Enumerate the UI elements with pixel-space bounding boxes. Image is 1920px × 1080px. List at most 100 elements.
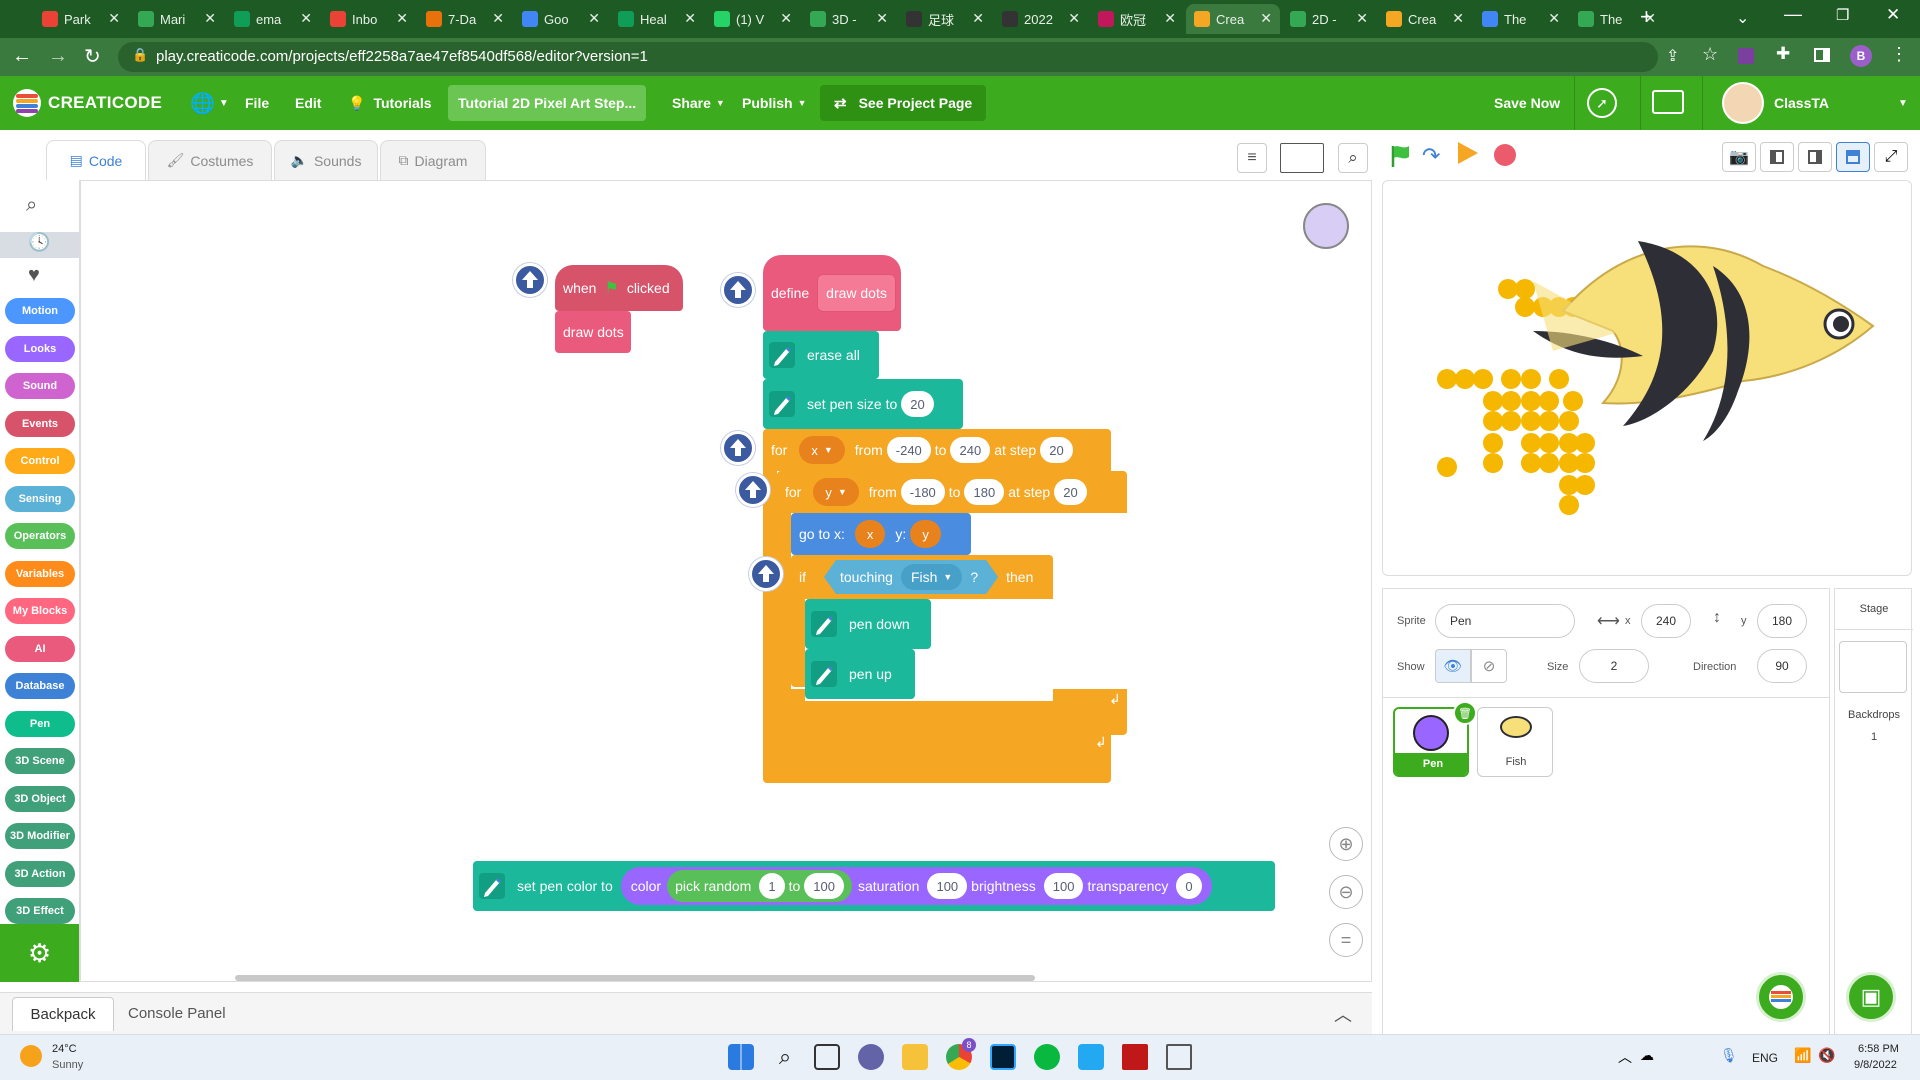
outer-for-header[interactable]: for x ▼ from -240 to 240 at step 20 <box>763 429 1111 471</box>
pen-up-block[interactable]: pen up <box>805 649 915 699</box>
tab-close-icon[interactable]: ✕ <box>108 10 120 27</box>
mcafee-icon[interactable] <box>1122 1044 1148 1070</box>
browser-menu-icon[interactable]: ⋮ <box>1890 44 1908 65</box>
tray-time[interactable]: 6:58 PM <box>1858 1043 1899 1055</box>
browser-tab[interactable]: Inbo ✕ <box>322 4 416 34</box>
vscode-icon[interactable] <box>1078 1044 1104 1070</box>
add-backdrop-button[interactable]: ▣ <box>1846 972 1896 1022</box>
category-pen[interactable]: Pen <box>5 710 75 737</box>
category-3d-object[interactable]: 3D Object <box>5 785 75 812</box>
see-project-page-button[interactable]: ⇄ See Project Page <box>820 85 987 121</box>
side-panel-icon[interactable] <box>1814 48 1830 62</box>
profile-avatar[interactable]: B <box>1850 45 1872 67</box>
x-reporter[interactable]: x <box>854 520 886 548</box>
fullscreen-icon[interactable]: ⤢ <box>1874 142 1908 172</box>
tray-chevron-icon[interactable]: ︿ <box>1618 1047 1632 1067</box>
microphone-icon[interactable]: 🎙 <box>1720 1047 1738 1064</box>
tab-close-icon[interactable]: ✕ <box>780 10 792 27</box>
search-blocks-icon[interactable]: ⌕ <box>26 194 37 217</box>
wechat-icon[interactable] <box>1034 1044 1060 1070</box>
play-icon[interactable] <box>1458 142 1478 164</box>
inner-for-header[interactable]: for y ▼ from -180 to 180 at step 20 <box>777 471 1127 513</box>
sprite-size-input[interactable]: 2 <box>1579 649 1649 683</box>
new-tab-button[interactable]: + <box>1640 4 1653 30</box>
browser-tab[interactable]: 2022 ✕ <box>994 4 1088 34</box>
code-workspace[interactable]: when ⚑ clicked draw dots define draw dot… <box>80 180 1372 982</box>
photoshop-icon[interactable] <box>990 1044 1016 1070</box>
search-code-icon[interactable]: ⌕ <box>1338 143 1368 173</box>
teams-chat-icon[interactable] <box>858 1044 884 1070</box>
tab-sounds[interactable]: 🔈 Sounds <box>274 140 378 180</box>
weather-desc[interactable]: Sunny <box>52 1059 83 1071</box>
menu-edit[interactable]: Edit <box>295 76 321 130</box>
menu-share[interactable]: Share ▼ <box>672 76 725 130</box>
task-view-icon[interactable] <box>814 1044 840 1070</box>
tab-close-icon[interactable]: ✕ <box>876 10 888 27</box>
camera-icon[interactable]: 📷 <box>1722 142 1756 172</box>
stop-icon[interactable] <box>1494 144 1516 166</box>
menu-publish[interactable]: Publish ▼ <box>742 76 806 130</box>
sprite-y-input[interactable]: 180 <box>1757 604 1807 638</box>
extensions-puzzle-icon[interactable]: ✚ <box>1776 44 1790 64</box>
sprite-tile-fish[interactable]: Fish <box>1477 707 1553 777</box>
green-flag-icon[interactable] <box>1388 143 1414 169</box>
category-3d-action[interactable]: 3D Action <box>5 860 75 887</box>
file-explorer-icon[interactable] <box>902 1044 928 1070</box>
random-to-input[interactable]: 100 <box>804 873 844 899</box>
browser-tab[interactable]: Goo ✕ <box>514 4 608 34</box>
remote-desktop-icon[interactable] <box>1166 1044 1192 1070</box>
project-title[interactable]: Tutorial 2D Pixel Art Step... <box>448 85 647 121</box>
zoom-out-button[interactable]: ⊖ <box>1329 875 1363 909</box>
browser-tab[interactable]: 3D - ✕ <box>802 4 896 34</box>
search-taskbar-icon[interactable]: ⌕ <box>772 1044 798 1070</box>
sprite-name-input[interactable]: Pen <box>1435 604 1575 638</box>
category-variables[interactable]: Variables <box>5 560 75 587</box>
onedrive-icon[interactable]: ☁ <box>1640 1047 1654 1064</box>
category-3d-effect[interactable]: 3D Effect <box>5 898 75 924</box>
category-looks[interactable]: Looks <box>5 335 75 362</box>
browser-tab[interactable]: 足球 ✕ <box>898 4 992 34</box>
tab-close-icon[interactable]: ✕ <box>1164 10 1176 27</box>
browser-tab[interactable]: Park ✕ <box>34 4 128 34</box>
user-avatar[interactable] <box>1722 82 1764 124</box>
my-projects-folder-icon[interactable] <box>1652 90 1684 114</box>
random-from-input[interactable]: 1 <box>759 873 785 899</box>
sprite-direction-input[interactable]: 90 <box>1757 649 1807 683</box>
expand-chevron-icon[interactable]: ︿ <box>1334 1001 1352 1027</box>
reload-icon[interactable]: ↻ <box>84 44 101 69</box>
url-input[interactable]: 🔒 play.creaticode.com/projects/eff2258a7… <box>118 42 1658 72</box>
backpack-tab[interactable]: Backpack <box>12 997 114 1031</box>
collapse-arrow-icon[interactable] <box>721 273 755 307</box>
forward-icon[interactable]: → <box>48 45 68 68</box>
small-stage-icon[interactable] <box>1760 142 1794 172</box>
tab-close-icon[interactable]: ✕ <box>588 10 600 27</box>
windows-start-icon[interactable] <box>728 1044 754 1070</box>
collapse-arrow-icon[interactable] <box>749 557 783 591</box>
stage-selector-panel[interactable]: Stage Backdrops 1 <box>1834 588 1913 1036</box>
y-to-input[interactable]: 180 <box>964 479 1005 505</box>
go-to-xy-block[interactable]: go to x: x y: y <box>791 513 971 555</box>
browser-tab[interactable]: Heal ✕ <box>610 4 704 34</box>
x-to-input[interactable]: 240 <box>950 437 991 463</box>
touching-target-dropdown[interactable]: Fish ▼ <box>901 564 962 590</box>
tab-close-icon[interactable]: ✕ <box>1260 10 1272 27</box>
browser-tab[interactable]: 2D - ✕ <box>1282 4 1376 34</box>
collapse-arrow-icon[interactable] <box>513 263 547 297</box>
step-arrow-icon[interactable]: ↷ <box>1422 143 1450 169</box>
set-pen-color-block[interactable]: set pen color to color pick random 1 to … <box>473 861 1275 911</box>
brightness-input[interactable]: 100 <box>1043 873 1084 899</box>
tab-costumes[interactable]: 🖌 Costumes <box>148 140 272 180</box>
transparency-input[interactable]: 0 <box>1176 873 1202 899</box>
pen-size-input[interactable]: 20 <box>901 391 934 417</box>
tab-close-icon[interactable]: ✕ <box>1068 10 1080 27</box>
chrome-taskbar-icon[interactable]: 8 <box>946 1038 976 1070</box>
y-from-input[interactable]: -180 <box>900 479 945 505</box>
tab-close-icon[interactable]: ✕ <box>492 10 504 27</box>
define-block[interactable]: define draw dots <box>763 255 901 331</box>
category-ai[interactable]: AI <box>5 635 75 662</box>
category-sensing[interactable]: Sensing <box>5 485 75 512</box>
console-panel-tab[interactable]: Console Panel <box>128 1005 226 1022</box>
category-my-blocks[interactable]: My Blocks <box>5 598 75 624</box>
stage-canvas[interactable] <box>1382 180 1912 576</box>
weather-temp[interactable]: 24°C <box>52 1043 77 1055</box>
